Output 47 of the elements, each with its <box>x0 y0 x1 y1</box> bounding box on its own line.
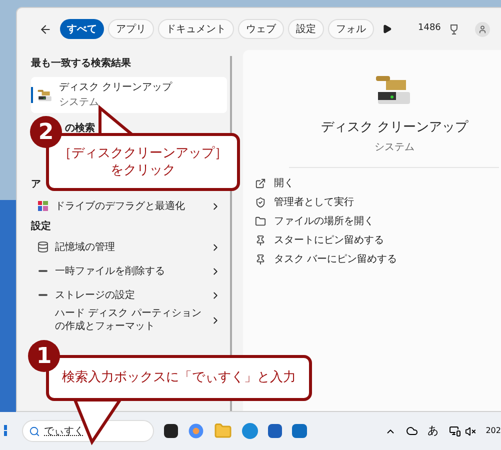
filter-tab[interactable]: アプリ <box>108 19 154 39</box>
shield-icon <box>255 196 266 208</box>
settings-item[interactable]: 一時ファイルを削除する <box>31 259 227 283</box>
folder-icon <box>255 216 266 226</box>
ime-indicator[interactable]: あ <box>428 422 439 440</box>
action-item[interactable]: スタートにピン留めする <box>255 230 501 250</box>
pin-icon <box>255 234 266 246</box>
detail-subtitle: システム <box>374 140 414 154</box>
search-icon <box>29 426 40 436</box>
pin-icon <box>255 254 266 264</box>
more-tabs-icon[interactable] <box>382 24 392 34</box>
result-title: ディスク クリーンアップ <box>59 80 172 95</box>
section-heading: 設定 <box>31 219 52 234</box>
action-item[interactable]: ファイルの場所を開く <box>255 212 501 230</box>
filter-tab[interactable]: ドキュメント <box>158 19 234 39</box>
settings-item[interactable]: ハード ディスク パーティションの作成とフォーマット <box>31 307 227 333</box>
callout-text: 検索入力ボックスに「でぃすく」と入力 <box>62 369 296 388</box>
callout-text: をクリック <box>110 162 176 179</box>
network-icon[interactable] <box>448 425 461 437</box>
filter-tab[interactable]: ウェブ <box>238 19 284 39</box>
storage-icon <box>37 241 49 253</box>
selection-indicator <box>31 87 33 103</box>
result-subtitle: システム <box>59 96 100 110</box>
action-item[interactable]: 開く <box>255 174 501 192</box>
filter-tab[interactable]: すべて <box>60 19 104 39</box>
account-icon[interactable] <box>474 22 490 36</box>
action-item[interactable]: 管理者として実行 <box>255 192 501 212</box>
filter-tab[interactable]: フォル <box>328 19 374 39</box>
section-heading: ア <box>31 178 41 191</box>
section-heading: 最も一致する検索結果 <box>31 56 132 71</box>
callout-text: ［ディスククリーンアップ］ <box>58 145 228 162</box>
action-item[interactable]: タスク バーにピン留めする <box>255 250 501 268</box>
filter-tab[interactable]: 設定 <box>288 19 324 39</box>
open-icon <box>255 178 266 188</box>
detail-title: ディスク クリーンアップ <box>320 119 468 137</box>
settings-item[interactable]: 記憶域の管理 <box>31 235 227 259</box>
defrag-icon <box>37 200 49 212</box>
trophy-icon[interactable] <box>448 24 459 34</box>
disk-cleanup-icon <box>37 88 53 102</box>
back-icon[interactable] <box>39 22 52 36</box>
clock[interactable]: 202 <box>486 425 501 437</box>
volume-muted-icon[interactable] <box>464 426 476 436</box>
points-count: 1486 <box>418 22 441 36</box>
result-item[interactable]: ドライブのデフラグと最適化 <box>31 193 227 219</box>
settings-item[interactable]: ストレージの設定 <box>31 283 227 307</box>
section-heading: の検索 <box>65 122 95 135</box>
cloud-icon[interactable] <box>406 425 418 437</box>
